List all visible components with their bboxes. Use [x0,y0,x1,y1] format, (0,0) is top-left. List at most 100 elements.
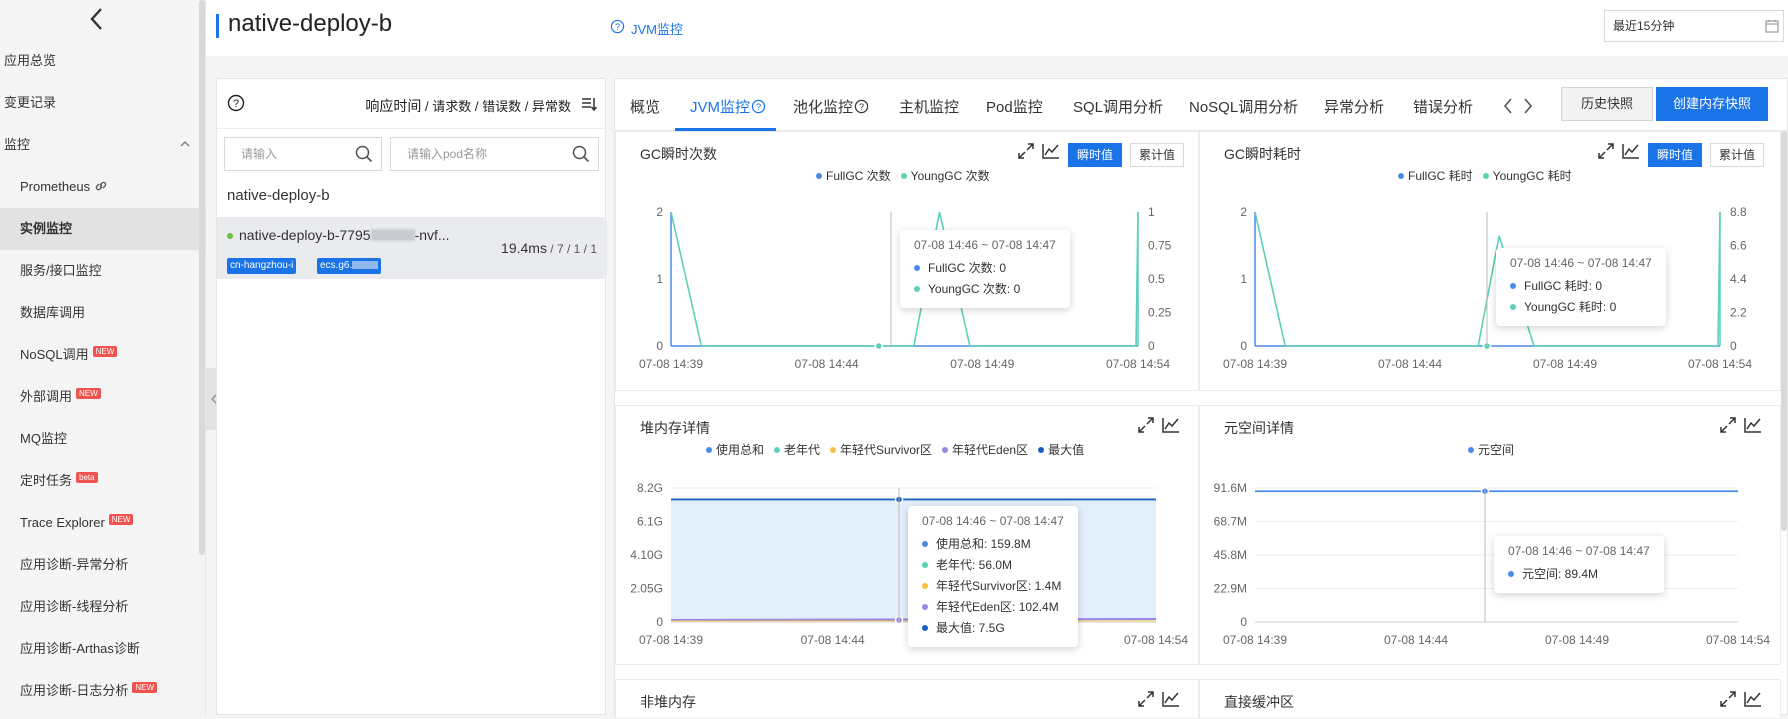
x-tick-label: 07-08 14:49 [1533,357,1597,371]
expand-icon[interactable] [1720,691,1736,707]
help-icon[interactable]: ? [610,19,625,34]
tab-host[interactable]: 主机监控 [899,96,959,117]
x-tick-label: 07-08 14:54 [1106,357,1170,371]
sidebar-item[interactable]: 变更记录 [0,82,206,124]
sidebar-scrollbar[interactable] [199,0,205,555]
y2-tick-label: 0.25 [1148,306,1172,320]
x-tick-label: 07-08 14:44 [1384,633,1448,647]
sidebar-item[interactable]: 监控 [0,124,206,166]
x-tick-label: 07-08 14:44 [1378,357,1442,371]
metaspace-card: 元空间详情 元空间 0 22.9M 45.8M 68.7M 91.6M 07-08 14:39… [1199,405,1781,665]
sort-metrics[interactable]: 响应时间 / 请求数 / 错误数 / 异常数 [365,96,571,116]
expand-icon[interactable] [1138,691,1154,707]
sidebar-item[interactable]: 实例监控 [0,208,206,250]
y2-tick-label: 4.4 [1730,272,1747,286]
sidebar-item[interactable]: 应用诊断-线程分析 [0,586,206,628]
tab-jvm[interactable]: JVM监控? [690,96,766,117]
nonheap-card: 非堆内存 [615,679,1199,719]
instance-list-header: ? 响应时间 / 请求数 / 错误数 / 异常数 [217,79,607,129]
time-range-picker[interactable]: 最近15分钟 [1604,10,1784,42]
redacted-mask [370,229,415,241]
chevron-up-icon[interactable] [180,139,190,149]
direct-buffer-card: 直接缓冲区 [1199,679,1781,719]
sidebar-badge: NEW [76,388,101,399]
tooltip-row: FullGC 次数: 0 [914,258,1056,279]
svg-text:?: ? [615,22,620,32]
tab-exception[interactable]: 异常分析 [1324,96,1384,117]
chart-plot: 0 22.9M 45.8M 68.7M 91.6M 07-08 14:39 07-08 14… [1214,481,1771,647]
x-tick-label: 07-08 14:39 [1223,357,1287,371]
y-tick-label: 2 [1240,205,1247,219]
sidebar-item[interactable]: MQ监控 [0,418,206,460]
x-tick-label: 07-08 14:54 [1688,357,1752,371]
pod-search-input[interactable]: 请输入pod名称 [390,137,599,171]
tab-error[interactable]: 错误分析 [1413,96,1473,117]
x-tick-label: 07-08 14:49 [1545,633,1609,647]
sidebar-item[interactable]: 应用诊断-日志分析 NEW [0,670,206,712]
y-tick-label: 1 [1240,272,1247,286]
expand-button[interactable] [1138,691,1154,710]
sidebar-item[interactable]: 外部调用 NEW [0,376,206,418]
back-arrow-icon[interactable] [82,4,112,34]
line-chart-button[interactable] [1744,691,1762,710]
help-icon[interactable]: ? [227,94,245,112]
help-icon: ? [854,99,869,114]
sidebar-item[interactable]: NoSQL调用 NEW [0,334,206,376]
create-snapshot-button[interactable]: 创建内存快照 [1656,87,1768,121]
gc-time-card: GC瞬时耗时 瞬时值 累计值 FullGC 耗时 YoungGC 耗时 0 1 2 0 2.2 4.… [1199,131,1781,391]
y-tick-label: 2 [656,205,663,219]
tooltip-row: 使用总和: 159.8M [922,534,1064,555]
help-icon: ? [751,99,766,114]
sidebar-item[interactable]: 应用总览 [0,40,206,82]
sidebar-item[interactable]: 定时任务 beta [0,460,206,502]
sidebar-item[interactable]: 服务/接口监控 [0,250,206,292]
tooltip-marker [922,583,928,589]
sidebar-item[interactable]: Trace Explorer NEW [0,502,206,544]
tab-pool[interactable]: 池化监控? [793,96,869,117]
chart-plot: 0 1 2 0 2.2 4.4 6.6 8.8 07-08 14:39 07-08 14:44 07… [1223,205,1752,371]
y-tick-label: 68.7M [1214,515,1247,529]
history-snapshot-button[interactable]: 历史快照 [1561,87,1653,121]
tab-pod[interactable]: Pod监控 [986,96,1043,117]
tab-sql[interactable]: SQL调用分析 [1073,96,1163,117]
gc-count-card: GC瞬时次数 瞬时值 累计值 FullGC 次数 YoungGC 次数 0 1 2 0 0.25 0… [615,131,1199,391]
page-subtitle[interactable]: JVM监控 [631,19,683,38]
sort-icon[interactable] [581,96,597,112]
time-range-value: 最近15分钟 [1613,19,1675,33]
title-accent-bar [216,14,219,38]
sidebar: 应用总览 变更记录 监控 Prometheus 实例监控 服务/接口监控 数据库调用 NoSQ… [0,0,206,715]
line-chart-button[interactable] [1162,691,1180,710]
y2-tick-label: 0 [1730,339,1737,353]
expand-button[interactable] [1720,691,1736,710]
metric-err[interactable]: 错误数 [482,99,521,114]
line-chart-icon[interactable] [1744,691,1762,707]
sidebar-item[interactable]: 应用诊断-异常分析 [0,544,206,586]
metric-exc[interactable]: 异常数 [532,99,571,114]
sidebar-badge: NEW [92,346,118,357]
sidebar-item[interactable]: 应用诊断-Arthas诊断 [0,628,206,670]
line-chart-icon[interactable] [1162,691,1180,707]
metric-req[interactable]: 请求数 [432,99,471,114]
instance-row[interactable]: native-deploy-b-7795 -nvf... 19.4ms / 7 /… [217,217,607,279]
tooltip-row: 最大值: 7.5G [922,618,1064,639]
tooltip-row: 年轻代Eden区: 102.4M [922,597,1064,618]
sidebar-item[interactable]: Prometheus [0,166,206,208]
y-tick-label: 8.2G [637,481,663,495]
search-input[interactable]: 请输入 [224,137,382,171]
x-tick-label: 07-08 14:44 [801,633,865,647]
sidebar-item[interactable]: 数据库调用 [0,292,206,334]
y-tick-label: 22.9M [1214,582,1247,596]
tooltip-time: 07-08 14:46 ~ 07-08 14:47 [914,238,1056,252]
y-tick-label: 0 [1240,339,1247,353]
chevron-right-icon[interactable] [1522,97,1534,115]
metric-rt[interactable]: 响应时间 [365,98,421,114]
tab-overview[interactable]: 概览 [630,96,660,117]
tab-nosql[interactable]: NoSQL调用分析 [1189,96,1298,117]
page-header: native-deploy-b ? JVM监控 最近15分钟 [206,0,1788,56]
chart-tooltip: 07-08 14:46 ~ 07-08 14:47 元空间: 89.4M [1494,536,1664,593]
chart-tooltip: 07-08 14:46 ~ 07-08 14:47 FullGC 耗时: 0 You… [1496,248,1666,326]
y-tick-label: 0 [656,615,663,629]
y-tick-label: 0 [656,339,663,353]
chevron-left-icon[interactable] [1502,97,1514,115]
tooltip-row: 老年代: 56.0M [922,555,1064,576]
